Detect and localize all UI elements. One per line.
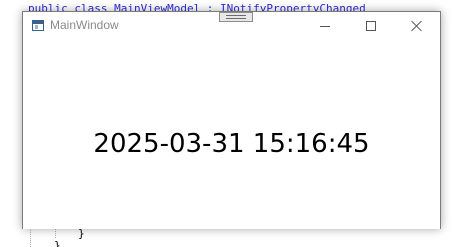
maximize-icon — [366, 21, 376, 31]
title-bar[interactable]: MainWindow — [23, 12, 440, 41]
main-window: MainWindow 2025-03-31 15:16:45 — [22, 11, 441, 229]
datetime-display: 2025-03-31 15:16:45 — [93, 129, 370, 159]
minimize-button[interactable] — [302, 12, 348, 41]
background-code-brace: } — [54, 239, 61, 247]
maximize-button[interactable] — [348, 12, 394, 41]
close-icon — [411, 20, 423, 32]
window-client-area: 2025-03-31 15:16:45 — [23, 41, 440, 229]
background-code-brace: } — [78, 227, 85, 240]
minimize-icon — [320, 26, 330, 27]
app-window-icon[interactable] — [32, 20, 44, 31]
debug-toolbar-grip-icon[interactable] — [219, 12, 253, 22]
window-title: MainWindow — [50, 18, 119, 32]
background-indent-guide — [30, 226, 31, 247]
desktop-stage: public class MainViewModel : INotifyProp… — [0, 0, 474, 247]
close-button[interactable] — [394, 12, 440, 41]
